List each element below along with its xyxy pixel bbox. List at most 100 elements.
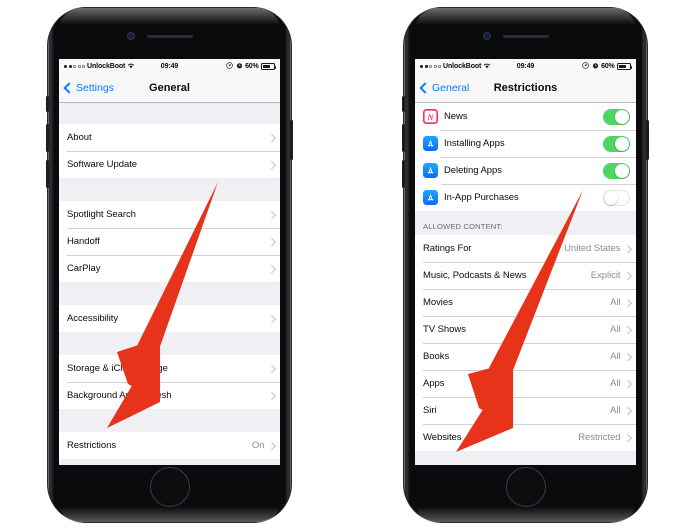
row-in-app-purchases[interactable]: In-App Purchases [415, 184, 636, 211]
status-bar: UnlockBoot 09:49 60% [415, 59, 636, 74]
volume-up-button[interactable] [402, 124, 405, 152]
battery-icon [261, 63, 277, 70]
row-installing-apps[interactable]: Installing Apps [415, 130, 636, 157]
row-tv-shows[interactable]: TV Shows All [415, 316, 636, 343]
back-button-settings[interactable]: Settings [63, 82, 114, 94]
row-label: Websites [423, 432, 462, 443]
row-value: All [610, 324, 621, 335]
row-label: Handoff [67, 236, 100, 247]
location-arrow-icon [582, 62, 589, 71]
restrictions-list[interactable]: N News Installing Apps Deleting Apps In-… [415, 103, 636, 465]
row-label: Music, Podcasts & News [423, 270, 527, 281]
row-value: All [610, 378, 621, 389]
row-value: All [610, 405, 621, 416]
front-camera-icon [128, 33, 134, 39]
row-accessibility[interactable]: Accessibility [59, 305, 280, 332]
alarm-icon [236, 62, 243, 71]
row-value: Explicit [590, 270, 621, 281]
row-music-podcasts-news[interactable]: Music, Podcasts & News Explicit [415, 262, 636, 289]
row-label: News [444, 111, 468, 122]
row-apps[interactable]: Apps All [415, 370, 636, 397]
back-button-label: General [432, 82, 470, 94]
toggle-installing-apps[interactable] [603, 135, 630, 152]
screen-left: UnlockBoot 09:49 60% Settings General Ab… [59, 59, 280, 465]
settings-group-2: Spotlight Search Handoff CarPlay [59, 201, 280, 282]
row-siri[interactable]: Siri All [415, 397, 636, 424]
row-label: About [67, 132, 92, 143]
toggle-news[interactable] [603, 108, 630, 125]
row-label: Apps [423, 378, 445, 389]
mute-switch[interactable] [402, 96, 405, 112]
row-label: Software Update [67, 159, 138, 170]
row-label: In-App Purchases [444, 192, 519, 203]
row-news[interactable]: N News [415, 103, 636, 130]
row-label: Movies [423, 297, 453, 308]
row-carplay[interactable]: CarPlay [59, 255, 280, 282]
row-spotlight-search[interactable]: Spotlight Search [59, 201, 280, 228]
mute-switch[interactable] [46, 96, 49, 112]
row-deleting-apps[interactable]: Deleting Apps [415, 157, 636, 184]
row-value: Restricted [578, 432, 621, 443]
settings-list-general[interactable]: About Software Update Spotlight Search H… [59, 103, 280, 465]
news-app-icon: N [423, 109, 438, 124]
row-websites[interactable]: Websites Restricted [415, 424, 636, 451]
row-restrictions[interactable]: Restrictions On [59, 432, 280, 459]
row-value: All [610, 297, 621, 308]
row-value: United States [564, 243, 621, 254]
back-button-label: Settings [76, 82, 114, 94]
toggle-deleting-apps[interactable] [603, 162, 630, 179]
list-gap [59, 103, 280, 124]
row-movies[interactable]: Movies All [415, 289, 636, 316]
chevron-right-icon [623, 244, 632, 253]
list-gap [59, 332, 280, 355]
chevron-right-icon [267, 391, 276, 400]
app-store-icon [423, 190, 438, 205]
battery-percent-label: 60% [601, 63, 615, 70]
screen-right: UnlockBoot 09:49 60% General Restriction… [415, 59, 636, 465]
location-arrow-icon [226, 62, 233, 71]
row-label: Ratings For [423, 243, 472, 254]
back-button-general[interactable]: General [419, 82, 470, 94]
chevron-right-icon [623, 352, 632, 361]
chevron-right-icon [267, 210, 276, 219]
settings-group-1: About Software Update [59, 124, 280, 178]
row-ratings-for[interactable]: Ratings For United States [415, 235, 636, 262]
app-store-icon [423, 163, 438, 178]
earpiece-speaker [147, 35, 193, 38]
volume-down-button[interactable] [402, 160, 405, 188]
settings-group-3: Accessibility [59, 305, 280, 332]
row-about[interactable]: About [59, 124, 280, 151]
chevron-right-icon [267, 133, 276, 142]
row-software-update[interactable]: Software Update [59, 151, 280, 178]
chevron-right-icon [623, 406, 632, 415]
chevron-right-icon [267, 441, 276, 450]
list-gap [59, 178, 280, 201]
chevron-left-icon [63, 82, 75, 94]
row-value: All [610, 351, 621, 362]
section-header-allowed-content: ALLOWED CONTENT: [415, 211, 636, 235]
power-button[interactable] [646, 120, 649, 160]
chevron-right-icon [623, 433, 632, 442]
volume-down-button[interactable] [46, 160, 49, 188]
power-button[interactable] [290, 120, 293, 160]
home-button[interactable] [149, 467, 190, 507]
restrictions-toggle-group: N News Installing Apps Deleting Apps In-… [415, 103, 636, 211]
status-bar-right: 60% [226, 62, 277, 71]
row-value: On [251, 440, 265, 451]
row-label: Installing Apps [444, 138, 505, 149]
volume-up-button[interactable] [46, 124, 49, 152]
battery-icon [617, 63, 633, 70]
chevron-right-icon [267, 160, 276, 169]
home-button[interactable] [505, 467, 546, 507]
row-books[interactable]: Books All [415, 343, 636, 370]
phone-bezel-top-gloss [58, 8, 281, 32]
row-label: TV Shows [423, 324, 466, 335]
row-storage-icloud-usage[interactable]: Storage & iCloud Usage [59, 355, 280, 382]
earpiece-speaker [503, 35, 549, 38]
chevron-right-icon [623, 325, 632, 334]
list-gap [59, 409, 280, 432]
row-handoff[interactable]: Handoff [59, 228, 280, 255]
row-background-app-refresh[interactable]: Background App Refresh [59, 382, 280, 409]
allowed-content-group: Ratings For United States Music, Podcast… [415, 235, 636, 451]
toggle-in-app-purchases[interactable] [603, 189, 630, 206]
